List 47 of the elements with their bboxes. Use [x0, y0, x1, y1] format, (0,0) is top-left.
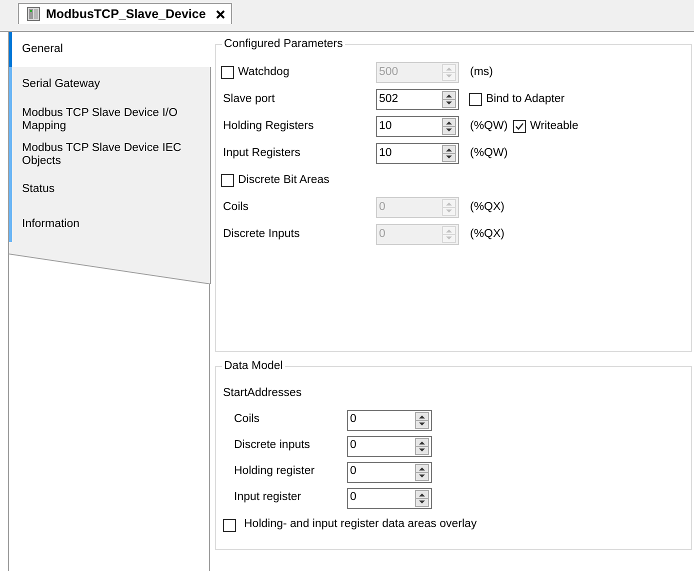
spin-arrows-icon[interactable] [415, 490, 429, 506]
checkbox[interactable] [223, 518, 236, 532]
number-field[interactable]: 10 [376, 143, 459, 164]
field-label: Input register [234, 491, 302, 504]
checkbox-label: Holding- and input register data areas overlay [244, 517, 477, 532]
unit-label: (%QW) [470, 118, 508, 134]
sidebar-tab[interactable]: Status [9, 172, 211, 207]
field-label: Discrete Inputs [222, 226, 300, 242]
checkbox-label: Watchdog [238, 64, 290, 80]
field-label: Holding Registers [222, 118, 314, 134]
editor-tab[interactable]: ModbusTCP_Slave_Device [18, 3, 232, 24]
number-field[interactable]: 0 [347, 488, 432, 508]
field-label: Discrete inputs [234, 439, 310, 452]
close-icon[interactable] [216, 10, 225, 18]
number-field[interactable]: 502 [376, 89, 459, 110]
spin-arrows-icon[interactable] [442, 91, 456, 108]
unit-label: (ms) [470, 64, 493, 80]
number-field[interactable]: 0 [347, 410, 432, 430]
checkbox-label: Writeable [530, 118, 578, 134]
sidebar-tab[interactable]: Information [9, 207, 211, 242]
spin-arrows-icon[interactable] [415, 412, 429, 428]
number-field[interactable]: 0 [347, 436, 432, 456]
spin-arrows-icon[interactable] [442, 145, 456, 162]
field-label: Input Registers [222, 146, 300, 161]
field-label: Coils [234, 413, 260, 426]
unit-label: (%QX) [470, 200, 504, 215]
number-field[interactable]: 10 [376, 116, 459, 137]
spin-arrows-icon[interactable] [415, 464, 429, 480]
device-icon [27, 7, 40, 21]
unit-label: (%QW) [470, 146, 508, 161]
field-label: Holding register [234, 465, 315, 478]
spin-arrows-icon[interactable] [415, 438, 429, 454]
checkbox[interactable] [469, 93, 482, 106]
section-label: StartAddresses [223, 386, 303, 401]
checkbox-label: Discrete Bit Areas [238, 172, 330, 188]
checkbox[interactable] [513, 120, 526, 133]
field-label: Coils [222, 200, 249, 215]
sidebar-tab[interactable]: Modbus TCP Slave Device I/O Mapping [9, 102, 211, 137]
sidebar-tab[interactable]: Modbus TCP Slave Device IEC Objects [9, 137, 211, 172]
unit-label: (%QX) [470, 226, 504, 242]
checkbox[interactable] [221, 174, 234, 187]
checkbox-label: Bind to Adapter [486, 92, 565, 107]
group-title: Configured Parameters [222, 37, 345, 51]
field-label: Slave port [222, 92, 275, 107]
number-field[interactable]: 0 [347, 462, 432, 482]
spin-arrows-icon[interactable] [442, 118, 456, 135]
sidebar-tab[interactable]: Serial Gateway [9, 67, 211, 102]
